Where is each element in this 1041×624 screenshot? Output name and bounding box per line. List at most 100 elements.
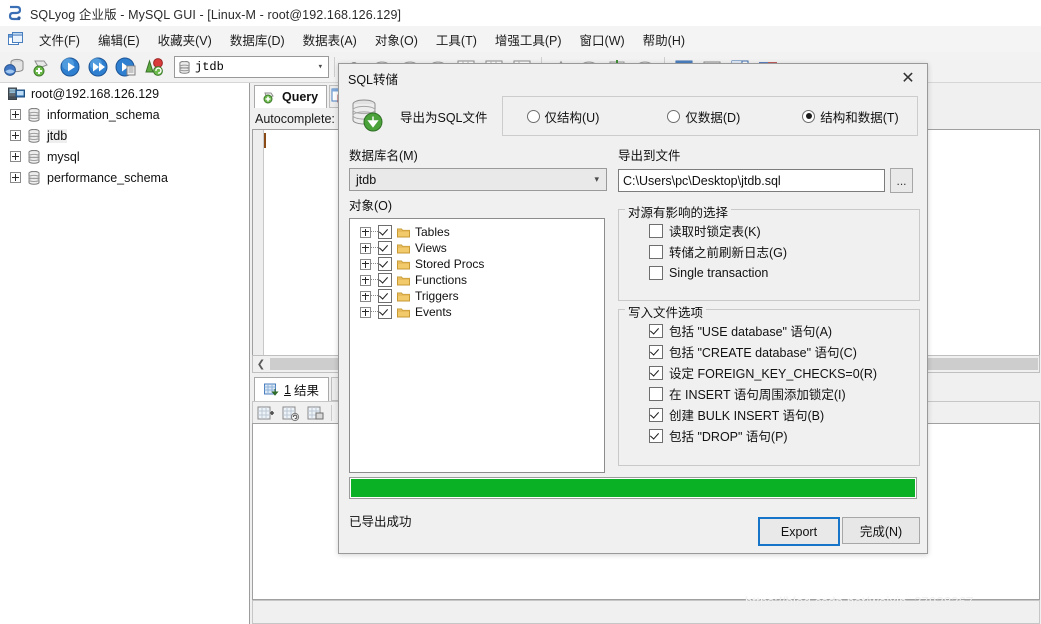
checkbox-use-database[interactable]: 包括 "USE database" 语句(A) — [619, 320, 919, 341]
menu-help[interactable]: 帮助(H) — [634, 27, 694, 52]
menu-powertools[interactable]: 增强工具(P) — [486, 27, 571, 52]
export-file-row: C:\Users\pc\Desktop\jtdb.sql ... — [618, 168, 918, 193]
execute-query-icon[interactable] — [59, 56, 81, 78]
insert-row-icon[interactable] — [256, 405, 276, 422]
object-row-tables[interactable]: Tables — [350, 224, 604, 240]
menu-database[interactable]: 数据库(D) — [221, 27, 294, 52]
schema-sync-icon[interactable] — [143, 56, 165, 78]
object-row-stored-procs[interactable]: Stored Procs — [350, 256, 604, 272]
checkbox-bulk-insert[interactable]: 创建 BULK INSERT 语句(B) — [619, 404, 919, 425]
menu-window[interactable]: 窗口(W) — [571, 27, 634, 52]
expand-icon[interactable] — [360, 306, 371, 318]
object-checkbox[interactable] — [378, 273, 392, 287]
sqlyog-icon — [7, 5, 23, 21]
browse-file-button[interactable]: ... — [890, 168, 913, 193]
close-icon[interactable]: ✕ — [889, 65, 927, 91]
menu-favorites[interactable]: 收藏夹(V) — [149, 27, 221, 52]
radio-button-icon — [526, 109, 540, 123]
checkbox-lock-tables[interactable]: 读取时锁定表(K) — [619, 220, 919, 241]
database-name-select[interactable]: jtdb ▾ — [349, 168, 607, 191]
connect-db-icon[interactable] — [3, 56, 25, 78]
object-checkbox[interactable] — [378, 305, 392, 319]
checkbox-bulk-insert-label: 创建 BULK INSERT 语句(B) — [669, 409, 825, 423]
tree-item-mysql[interactable]: mysql — [0, 146, 249, 167]
editor-gutter — [253, 130, 264, 355]
done-button[interactable]: 完成(N) — [842, 517, 920, 544]
object-checkbox[interactable] — [378, 257, 392, 271]
expand-icon[interactable] — [360, 290, 371, 302]
menu-edit[interactable]: 编辑(E) — [89, 27, 149, 52]
radio-button-icon — [667, 109, 681, 123]
expand-icon[interactable] — [10, 151, 21, 162]
object-browser-panel: root@192.168.126.129 information_schema — [0, 83, 250, 624]
radio-structure-only[interactable]: 仅结构(U) — [526, 107, 599, 126]
radio-data-only[interactable]: 仅数据(D) — [667, 107, 740, 126]
database-name-field-group: 数据库名(M) jtdb ▾ — [349, 145, 607, 191]
menu-tools[interactable]: 工具(T) — [427, 27, 486, 52]
scroll-left-icon[interactable]: ❮ — [253, 357, 269, 371]
expand-icon[interactable] — [360, 242, 371, 254]
expand-icon[interactable] — [360, 258, 371, 270]
objects-label: 对象(O) — [349, 199, 393, 213]
expand-icon[interactable] — [10, 130, 21, 141]
new-connection-icon[interactable] — [31, 56, 53, 78]
checkbox-single-transaction-label: Single transaction — [669, 265, 769, 280]
checkbox-icon — [649, 386, 663, 401]
expand-icon[interactable] — [10, 109, 21, 120]
done-button-label: 完成(N) — [859, 525, 903, 539]
tree-item-jtdb[interactable]: jtdb — [0, 125, 249, 146]
checkbox-drop-statement-label: 包括 "DROP" 语句(P) — [669, 430, 788, 444]
checkbox-lock-tables-label: 读取时锁定表(K) — [669, 225, 761, 239]
object-row-views[interactable]: Views — [350, 240, 604, 256]
expand-icon[interactable] — [10, 172, 21, 183]
expand-icon[interactable] — [360, 274, 371, 286]
tree-item-performance_schema[interactable]: performance_schema — [0, 167, 249, 188]
checkbox-single-transaction[interactable]: Single transaction — [619, 262, 919, 283]
object-label: Triggers — [415, 289, 459, 303]
checkbox-icon — [649, 265, 663, 280]
radio-structure-and-data[interactable]: 结构和数据(T) — [802, 107, 899, 126]
tree-root-node[interactable]: root@192.168.126.129 — [0, 83, 249, 104]
checkbox-create-database-label: 包括 "CREATE database" 语句(C) — [669, 346, 857, 360]
query-icon — [263, 90, 278, 104]
database-selector[interactable]: jtdb ▾ — [174, 56, 329, 78]
object-checkbox[interactable] — [378, 225, 392, 239]
execute-all-icon[interactable] — [87, 56, 109, 78]
object-checkbox[interactable] — [378, 289, 392, 303]
checkbox-checked-icon — [649, 365, 663, 380]
copy-row-icon[interactable] — [306, 405, 326, 422]
object-row-functions[interactable]: Functions — [350, 272, 604, 288]
radio-button-selected-icon — [802, 109, 816, 123]
tree-item-information_schema[interactable]: information_schema — [0, 104, 249, 125]
checkbox-foreign-key-checks[interactable]: 设定 FOREIGN_KEY_CHECKS=0(R) — [619, 362, 919, 383]
chevron-down-icon: ▾ — [317, 62, 323, 72]
menu-objects[interactable]: 对象(O) — [366, 27, 427, 52]
object-row-events[interactable]: Events — [350, 304, 604, 320]
write-options-group: 写入文件选项 包括 "USE database" 语句(A) 包括 "CREAT… — [618, 302, 920, 466]
menu-table[interactable]: 数据表(A) — [294, 27, 366, 52]
objects-tree[interactable]: Tables Views Stored Procs Functions Trig… — [349, 218, 605, 473]
database-cylinder-icon — [179, 60, 190, 74]
refresh-data-icon[interactable] — [281, 405, 301, 422]
tab-result-label: 结果 — [293, 384, 319, 398]
server-icon — [8, 87, 25, 101]
folder-icon — [397, 307, 410, 318]
tab-result[interactable]: 1 结果 — [254, 377, 329, 401]
checkbox-create-database[interactable]: 包括 "CREATE database" 语句(C) — [619, 341, 919, 362]
checkbox-checked-icon — [649, 407, 663, 422]
dialog-title-bar: SQL转储 ✕ — [339, 64, 927, 92]
expand-icon[interactable] — [360, 226, 371, 238]
execute-to-file-icon[interactable] — [115, 56, 137, 78]
dialog-export-caption: 导出为SQL文件 — [400, 110, 488, 125]
checkbox-lock-around-insert[interactable]: 在 INSERT 语句周围添加锁定(I) — [619, 383, 919, 404]
export-button[interactable]: Export — [758, 517, 840, 546]
object-checkbox[interactable] — [378, 241, 392, 255]
checkbox-drop-statement[interactable]: 包括 "DROP" 语句(P) — [619, 425, 919, 446]
checkbox-flush-logs[interactable]: 转储之前刷新日志(G) — [619, 241, 919, 262]
tab-query-label: Query — [282, 90, 319, 104]
tab-query[interactable]: Query — [254, 85, 328, 108]
object-row-triggers[interactable]: Triggers — [350, 288, 604, 304]
tree-connector — [371, 295, 378, 297]
export-file-input[interactable]: C:\Users\pc\Desktop\jtdb.sql — [618, 169, 885, 192]
menu-file[interactable]: 文件(F) — [30, 27, 89, 52]
